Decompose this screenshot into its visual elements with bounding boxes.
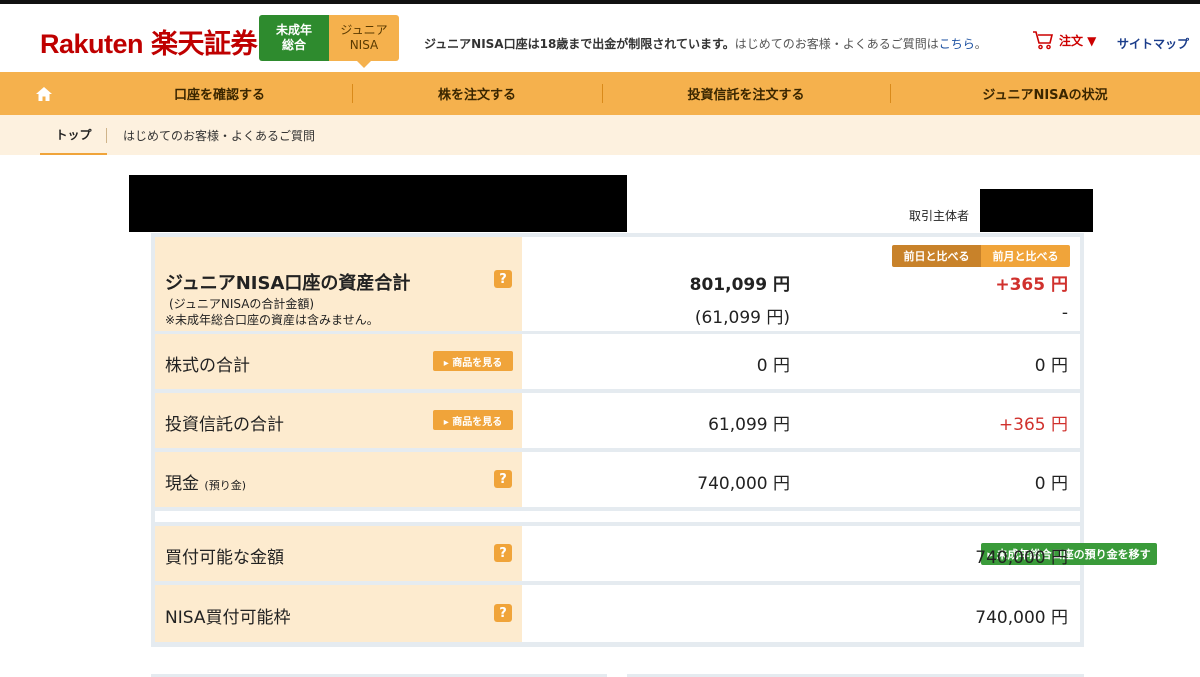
summary-title: ジュニアNISA口座の資産合計 [165, 273, 411, 294]
row-label-cell: 買付可能な金額 ? [155, 526, 522, 581]
row-label-cell: 投資信託の合計 ▸ 商品を見る [155, 393, 522, 448]
cash-label: 現金 [165, 474, 199, 494]
holder-label: 取引主体者 [909, 209, 970, 223]
summary-label-cell: ジュニアNISA口座の資産合計 (ジュニアNISAの合計金額) ※未成年総合口座… [155, 237, 522, 331]
sub-nav: トップ はじめてのお客様・よくあるご質問 [0, 115, 1200, 155]
order-menu[interactable]: 注文 ▼ [1032, 30, 1096, 50]
compare-day-button[interactable]: 前日と比べる [892, 245, 981, 267]
tab-line2: NISA [349, 38, 379, 52]
main-nav: 口座を確認する 株を注文する 投資信託を注文する ジュニアNISAの状況 [0, 72, 1200, 115]
tab-minor-general-account[interactable]: 未成年 総合 [259, 15, 329, 61]
row-diff: 0 円 [1034, 356, 1068, 376]
summary-note1: (ジュニアNISAの合計金額) [169, 297, 315, 311]
logo-ja: 楽天証券 [151, 29, 258, 59]
redacted-block [129, 175, 627, 232]
subnav-faq[interactable]: はじめてのお客様・よくあるご質問 [123, 127, 315, 144]
nav-home[interactable] [0, 72, 87, 115]
tab-line1: ジュニア [340, 23, 388, 37]
buying-label: 買付可能な金額 [165, 548, 284, 568]
table-row: 買付可能な金額 ? ▸ 未成年総合口座の預り金を移す 740,000 円 [155, 526, 1157, 581]
nisa-quota-label: NISA買付可能枠 [165, 608, 291, 628]
table-row: 株式の合計 ▸ 商品を見る 0 円 0 円 [155, 334, 1080, 389]
row-diff: +365 円 [998, 415, 1068, 435]
row-value-cell: 740,000 円 0 円 [522, 452, 1080, 507]
row-label: 投資信託の合計 [165, 415, 284, 435]
notice-end: 。 [974, 37, 987, 51]
diff-value: +365 円 [995, 275, 1068, 295]
cart-icon [1033, 31, 1054, 50]
row-label: 株式の合計 [165, 356, 250, 376]
view-products-button[interactable]: ▸ 商品を見る [433, 410, 513, 430]
cash-label-small: (預り金) [204, 479, 246, 492]
nisa-quota-value: 740,000 円 [975, 608, 1068, 628]
logo-en: Rakuten [40, 29, 144, 59]
notice-text: はじめてのお客様・よくあるご質問は [734, 37, 939, 51]
row-value-cell: 61,099 円 +365 円 [522, 393, 1080, 448]
row-value: 61,099 円 [708, 415, 790, 435]
view-products-button[interactable]: ▸ 商品を見る [433, 351, 513, 371]
table-row: 現金 (預り金) ? 740,000 円 0 円 [155, 452, 1080, 507]
help-icon[interactable]: ? [494, 604, 512, 622]
table-row: 投資信託の合計 ▸ 商品を見る 61,099 円 +365 円 [155, 393, 1080, 448]
row-value-cell: ▸ 未成年総合口座の預り金を移す 740,000 円 [522, 526, 1157, 581]
row-value-cell: 0 円 0 円 [522, 334, 1080, 389]
tab-line1: 未成年 [275, 23, 312, 37]
faq-link[interactable]: こちら [939, 37, 975, 51]
row-label: 現金 (預り金) [165, 469, 246, 494]
table-row: NISA買付可能枠 ? 740,000 円 [155, 585, 1080, 642]
subnav-top[interactable]: トップ [40, 115, 107, 155]
summary-note2: ※未成年総合口座の資産は含みません。 [165, 313, 379, 327]
header: Rakuten 楽天証券 未成年 総合 ジュニア NISA ジュニアNISA口座は… [0, 4, 1200, 72]
compare-month-button[interactable]: 前月と比べる [981, 245, 1070, 267]
summary-row: ジュニアNISA口座の資産合計 (ジュニアNISAの合計金額) ※未成年総合口座… [155, 237, 1080, 331]
help-icon[interactable]: ? [494, 470, 512, 488]
row-label-cell: NISA買付可能枠 ? [155, 585, 522, 642]
total-value: 801,099 円 [689, 275, 790, 295]
tab-junior-nisa[interactable]: ジュニア NISA [329, 15, 399, 68]
sitemap-link[interactable]: サイトマップ [1117, 35, 1189, 52]
help-icon[interactable]: ? [494, 544, 512, 562]
summary-value-cell: 801,099 円 (61,099 円) 前日と比べる 前月と比べる +365 … [522, 237, 1080, 331]
notice-bold: ジュニアNISA口座は18歳まで出金が制限されています。 [424, 37, 735, 51]
row-label-cell: 株式の合計 ▸ 商品を見る [155, 334, 522, 389]
row-value: 0 円 [756, 356, 790, 376]
home-icon [35, 86, 52, 101]
redacted-holder-name [980, 189, 1093, 232]
nav-item-junior-nisa-status[interactable]: ジュニアNISAの状況 [890, 72, 1200, 115]
help-icon[interactable]: ? [494, 270, 512, 288]
total-sub-value: (61,099 円) [694, 308, 790, 328]
rakuten-logo[interactable]: Rakuten 楽天証券 [40, 22, 258, 61]
subnav-divider [106, 128, 107, 143]
row-value-cell: 740,000 円 [522, 585, 1080, 642]
nav-item-account[interactable]: 口座を確認する [87, 72, 352, 115]
row-label-cell: 現金 (預り金) ? [155, 452, 522, 507]
tab-line2: 総合 [281, 38, 306, 52]
header-notice: ジュニアNISA口座は18歳まで出金が制限されています。はじめてのお客様・よくあ… [424, 35, 987, 52]
nav-item-stock-order[interactable]: 株を注文する [352, 72, 602, 115]
nav-item-fund-order[interactable]: 投資信託を注文する [602, 72, 890, 115]
order-label: 注文 ▼ [1059, 33, 1097, 48]
diff-sub-value: - [1061, 303, 1068, 323]
row-diff: 0 円 [1034, 474, 1068, 494]
table-spacer [155, 511, 1080, 522]
asset-table: ジュニアNISA口座の資産合計 (ジュニアNISAの合計金額) ※未成年総合口座… [151, 233, 1157, 647]
row-value: 740,000 円 [697, 474, 790, 494]
buying-value: 740,000 円 [975, 548, 1068, 568]
account-type-tabs: 未成年 総合 ジュニア NISA [259, 15, 399, 68]
